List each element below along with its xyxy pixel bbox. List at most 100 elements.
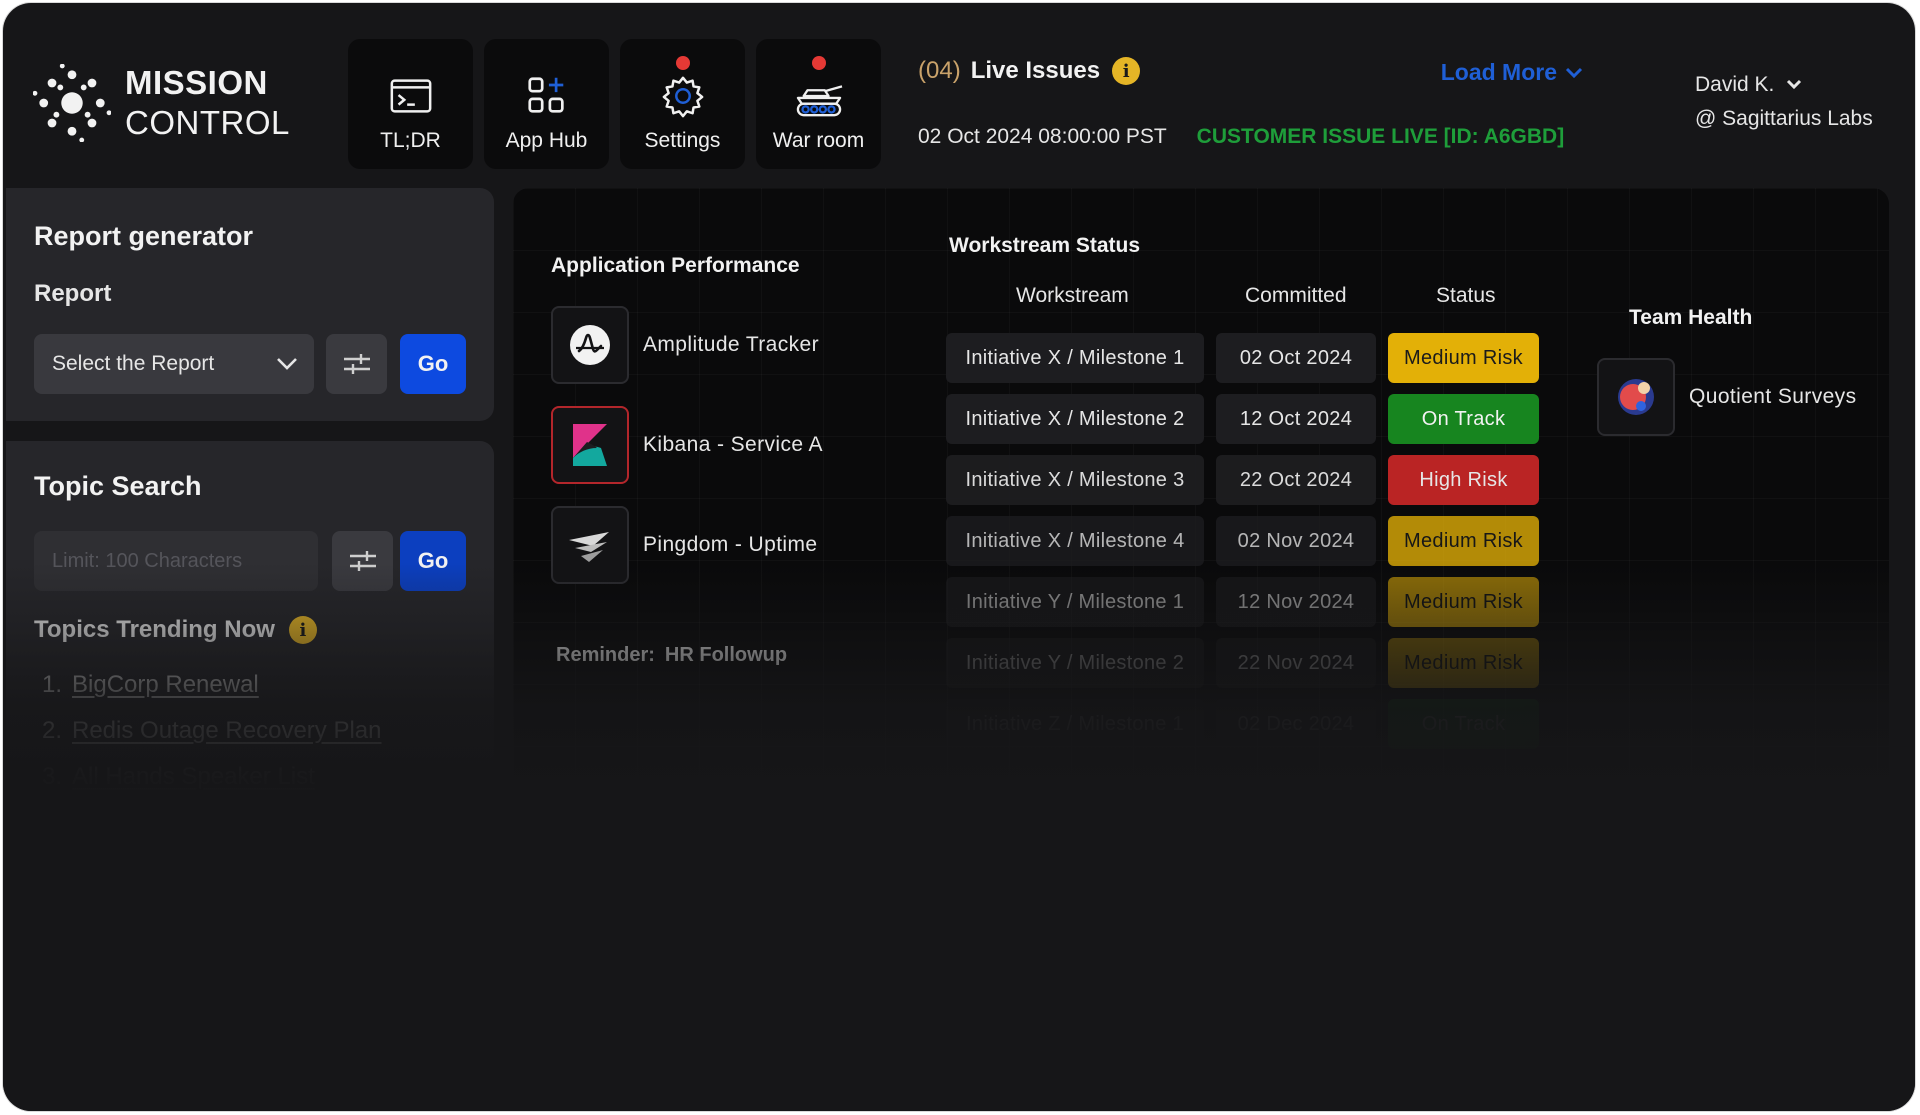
report-generator-title: Report generator <box>34 221 254 251</box>
topics-trending-title: Topics Trending Now <box>34 616 275 643</box>
sliders-icon <box>349 551 376 571</box>
kibana-icon <box>573 424 607 466</box>
nav-settings[interactable]: Settings <box>620 39 745 169</box>
list-number: 1. <box>42 671 63 698</box>
table-row[interactable]: Initiative X / Milestone 1 02 Oct 2024 Med… <box>946 333 1539 383</box>
app-name: Amplitude Tracker <box>643 333 820 356</box>
live-issues-title: Live Issues <box>970 57 1101 84</box>
table-row[interactable]: Initiative Y / Milestone 2 22 Nov 2024 Med… <box>946 638 1539 688</box>
amplitude-icon-tile <box>551 306 629 384</box>
war-room-alert-dot <box>811 56 826 70</box>
report-label: Report <box>34 280 112 307</box>
workstream-name-cell: Initiative Y / Milestone 2 <box>946 638 1204 688</box>
chevron-down-icon <box>1565 67 1583 78</box>
info-icon[interactable]: i <box>1112 57 1141 85</box>
workstream-table: Initiative X / Milestone 1 02 Oct 2024 Med… <box>946 333 1539 760</box>
list-item: 1. BigCorp Renewal <box>42 671 382 717</box>
load-more-button[interactable]: Load More <box>1441 59 1583 86</box>
table-row[interactable]: Initiative X / Milestone 4 02 Nov 2024 Med… <box>946 516 1539 566</box>
workstream-name-cell: Initiative X / Milestone 1 <box>946 333 1204 383</box>
app-item-amplitude[interactable]: Amplitude Tracker <box>551 306 823 384</box>
logo-line-2: CONTROL <box>125 104 290 141</box>
list-number: 2. <box>42 717 63 744</box>
table-row[interactable]: Initiative X / Milestone 2 12 Oct 2024 On … <box>946 394 1539 444</box>
table-row[interactable]: Initiative Z / Milestone 1 02 Dec 2024 On … <box>946 699 1539 749</box>
status-column-header: Status <box>1436 284 1496 307</box>
pingdom-icon-tile <box>551 506 629 584</box>
logo-line-1: MISSION <box>125 64 268 101</box>
report-go-button[interactable]: Go <box>400 334 466 394</box>
quotient-icon-tile <box>1597 358 1675 436</box>
workstream-name-cell: Initiative X / Milestone 2 <box>946 394 1204 444</box>
user-name: David K. <box>1695 73 1775 96</box>
list-number: 3. <box>42 763 63 790</box>
pingdom-icon <box>569 532 609 562</box>
reminder[interactable]: Reminder: HR Followup <box>556 644 787 667</box>
workstream-name-cell: Initiative Z / Milestone 1 <box>946 699 1204 749</box>
topics-trending-header: Topics Trending Now i <box>34 616 317 644</box>
topic-go-button[interactable]: Go <box>400 531 466 591</box>
app-name: Pingdom - Uptime <box>643 533 818 556</box>
trending-topic-link[interactable]: All Hands Speaker List <box>72 763 315 809</box>
workstream-column-header: Workstream <box>1016 284 1129 307</box>
trending-topic-link[interactable]: Redis Outage Recovery Plan <box>72 717 382 763</box>
app-performance-title: Application Performance <box>551 254 800 277</box>
issue-timestamp: 02 Oct 2024 08:00:00 PST <box>918 125 1167 148</box>
status-badge: High Risk <box>1388 455 1539 505</box>
tank-icon <box>796 85 842 117</box>
app-item-pingdom[interactable]: Pingdom - Uptime <box>551 506 823 584</box>
report-generator-panel: Report generator Report Select the Repor… <box>6 188 494 421</box>
committed-date-cell: 02 Dec 2024 <box>1216 699 1376 749</box>
nav-tldr-label: TL;DR <box>380 129 441 152</box>
status-badge: On Track <box>1388 699 1539 749</box>
issue-count: (04) <box>918 57 961 84</box>
user-name-dropdown[interactable]: David K. <box>1695 73 1873 97</box>
workstream-name-cell: Initiative X / Milestone 4 <box>946 516 1204 566</box>
app-performance-list: Amplitude Tracker Kibana - Service A Pin… <box>551 306 823 606</box>
settings-alert-dot <box>675 56 690 70</box>
app-name: Kibana - Service A <box>643 433 823 456</box>
team-health-name: Quotient Surveys <box>1689 385 1857 408</box>
nav-settings-label: Settings <box>644 129 721 152</box>
app-window: MISSION CONTROL TL;DR App Hub Settings W… <box>3 3 1915 1111</box>
nav-tldr[interactable]: TL;DR <box>348 39 473 169</box>
user-menu: David K. @ Sagittarius Labs <box>1695 73 1873 131</box>
status-badge: Medium Risk <box>1388 516 1539 566</box>
committed-date-cell: 02 Oct 2024 <box>1216 333 1376 383</box>
trending-topic-link[interactable]: BigCorp Renewal <box>72 671 259 717</box>
user-org: @ Sagittarius Labs <box>1695 107 1873 130</box>
top-nav: TL;DR App Hub Settings War room <box>348 39 881 169</box>
committed-date-cell: 22 Nov 2024 <box>1216 638 1376 688</box>
report-filter-button[interactable] <box>326 334 387 394</box>
info-icon[interactable]: i <box>288 616 317 644</box>
topic-filter-button[interactable] <box>332 531 393 591</box>
app-grid-icon <box>527 77 564 113</box>
report-select-value: Select the Report <box>52 352 215 375</box>
trending-topics-list: 1. BigCorp Renewal 2. Redis Outage Recover… <box>42 671 382 809</box>
nav-app-hub-label: App Hub <box>505 129 588 152</box>
app-item-kibana[interactable]: Kibana - Service A <box>551 406 823 484</box>
status-badge: Medium Risk <box>1388 577 1539 627</box>
live-issues: (04) Live Issues i Load More 02 Oct 2024… <box>918 55 1583 151</box>
topic-search-panel: Topic Search Go Topics Trending Now i 1.… <box>6 441 494 790</box>
nav-app-hub[interactable]: App Hub <box>484 39 609 169</box>
committed-column-header: Committed <box>1245 284 1347 307</box>
logo-text: MISSION CONTROL <box>125 63 290 143</box>
report-select[interactable]: Select the Report <box>34 334 314 394</box>
dashboard-panel: Application Performance Amplitude Tracke… <box>513 188 1889 868</box>
workstream-name-cell: Initiative X / Milestone 3 <box>946 455 1204 505</box>
status-badge: Medium Risk <box>1388 333 1539 383</box>
nav-war-room[interactable]: War room <box>756 39 881 169</box>
table-row[interactable]: Initiative Y / Milestone 1 12 Nov 2024 Med… <box>946 577 1539 627</box>
topic-search-input[interactable] <box>34 531 318 591</box>
team-health-item[interactable]: Quotient Surveys <box>1597 358 1856 436</box>
list-item: 2. Redis Outage Recovery Plan <box>42 717 382 763</box>
sliders-icon <box>343 354 370 374</box>
topic-search-title: Topic Search <box>34 471 202 501</box>
team-health-title: Team Health <box>1629 306 1753 329</box>
customer-issue-live[interactable]: CUSTOMER ISSUE LIVE [ID: A6GBD] <box>1197 125 1565 149</box>
committed-date-cell: 02 Nov 2024 <box>1216 516 1376 566</box>
committed-date-cell: 12 Nov 2024 <box>1216 577 1376 627</box>
table-row[interactable]: Initiative X / Milestone 3 22 Oct 2024 Hig… <box>946 455 1539 505</box>
mission-control-logo-icon <box>33 64 111 142</box>
